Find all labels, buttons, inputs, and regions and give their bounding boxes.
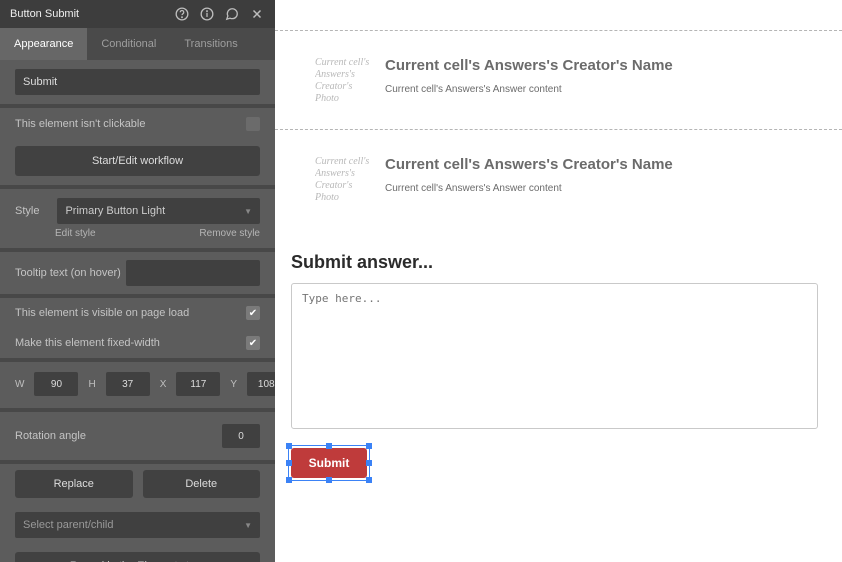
replace-button[interactable]: Replace [15, 470, 133, 498]
panel-header: Button Submit [0, 0, 275, 28]
clickable-checkbox[interactable] [246, 117, 260, 131]
chevron-down-icon: ▼ [244, 521, 252, 530]
canvas: Current cell's Answers's Creator's Photo… [275, 0, 842, 562]
dimensions-row: W H X Y [0, 362, 275, 408]
submit-area: Submit answer... Submit [275, 228, 842, 478]
style-dropdown[interactable]: Primary Button Light ▼ [57, 198, 260, 224]
selected-element-frame: Submit [291, 448, 367, 478]
tab-conditional[interactable]: Conditional [87, 28, 170, 60]
rotation-label: Rotation angle [15, 430, 86, 442]
h-label: H [88, 379, 95, 390]
x-label: X [160, 379, 167, 390]
fixed-width-checkbox[interactable]: ✔ [246, 336, 260, 350]
help-icon[interactable] [174, 6, 190, 22]
resize-handle[interactable] [366, 477, 372, 483]
submit-button[interactable]: Submit [291, 448, 367, 478]
tab-appearance[interactable]: Appearance [0, 28, 87, 60]
answer-body: Current cell's Answers's Answer content [385, 183, 673, 194]
resize-handle[interactable] [286, 477, 292, 483]
fixed-width-label: Make this element fixed-width [15, 337, 246, 349]
answer-author: Current cell's Answers's Creator's Name [385, 156, 673, 173]
close-icon[interactable] [249, 6, 265, 22]
answer-cell: Current cell's Answers's Creator's Photo… [275, 129, 842, 228]
style-label: Style [15, 205, 39, 217]
edit-style-link[interactable]: Edit style [55, 228, 96, 239]
remove-style-link[interactable]: Remove style [199, 228, 260, 239]
avatar-placeholder: Current cell's Answers's Creator's Photo [315, 156, 373, 204]
panel-header-actions [174, 6, 265, 22]
submit-heading: Submit answer... [291, 252, 818, 273]
width-input[interactable] [34, 372, 78, 396]
style-value: Primary Button Light [65, 205, 165, 217]
answer-author: Current cell's Answers's Creator's Name [385, 57, 673, 74]
answer-textarea[interactable] [291, 283, 818, 429]
tooltip-label: Tooltip text (on hover) [15, 267, 126, 279]
resize-handle[interactable] [366, 443, 372, 449]
panel-title: Button Submit [10, 8, 174, 20]
parent-child-dropdown[interactable]: Select parent/child ▼ [15, 512, 260, 538]
property-panel: Button Submit Appearance Conditional Tra… [0, 0, 275, 562]
y-label: Y [230, 379, 237, 390]
avatar-placeholder: Current cell's Answers's Creator's Photo [315, 57, 373, 105]
x-input[interactable] [176, 372, 220, 396]
parent-child-label: Select parent/child [23, 519, 114, 531]
visible-checkbox[interactable]: ✔ [246, 306, 260, 320]
answer-body: Current cell's Answers's Answer content [385, 84, 673, 95]
height-input[interactable] [106, 372, 150, 396]
clickable-label: This element isn't clickable [15, 118, 146, 130]
rotation-input[interactable] [222, 424, 260, 448]
y-input[interactable] [247, 372, 275, 396]
w-label: W [15, 379, 24, 390]
tab-transitions[interactable]: Transitions [170, 28, 251, 60]
element-text-input[interactable] [15, 69, 260, 95]
property-tabs: Appearance Conditional Transitions [0, 28, 275, 60]
start-workflow-button[interactable]: Start/Edit workflow [15, 146, 260, 176]
delete-button[interactable]: Delete [143, 470, 261, 498]
tooltip-input[interactable] [126, 260, 260, 286]
answer-cell: Current cell's Answers's Creator's Photo… [275, 30, 842, 129]
comment-icon[interactable] [224, 6, 240, 22]
reveal-elements-button[interactable]: Reveal in the Elements tree [15, 552, 260, 562]
chevron-down-icon: ▼ [244, 207, 252, 216]
visible-label: This element is visible on page load [15, 307, 246, 319]
info-icon[interactable] [199, 6, 215, 22]
